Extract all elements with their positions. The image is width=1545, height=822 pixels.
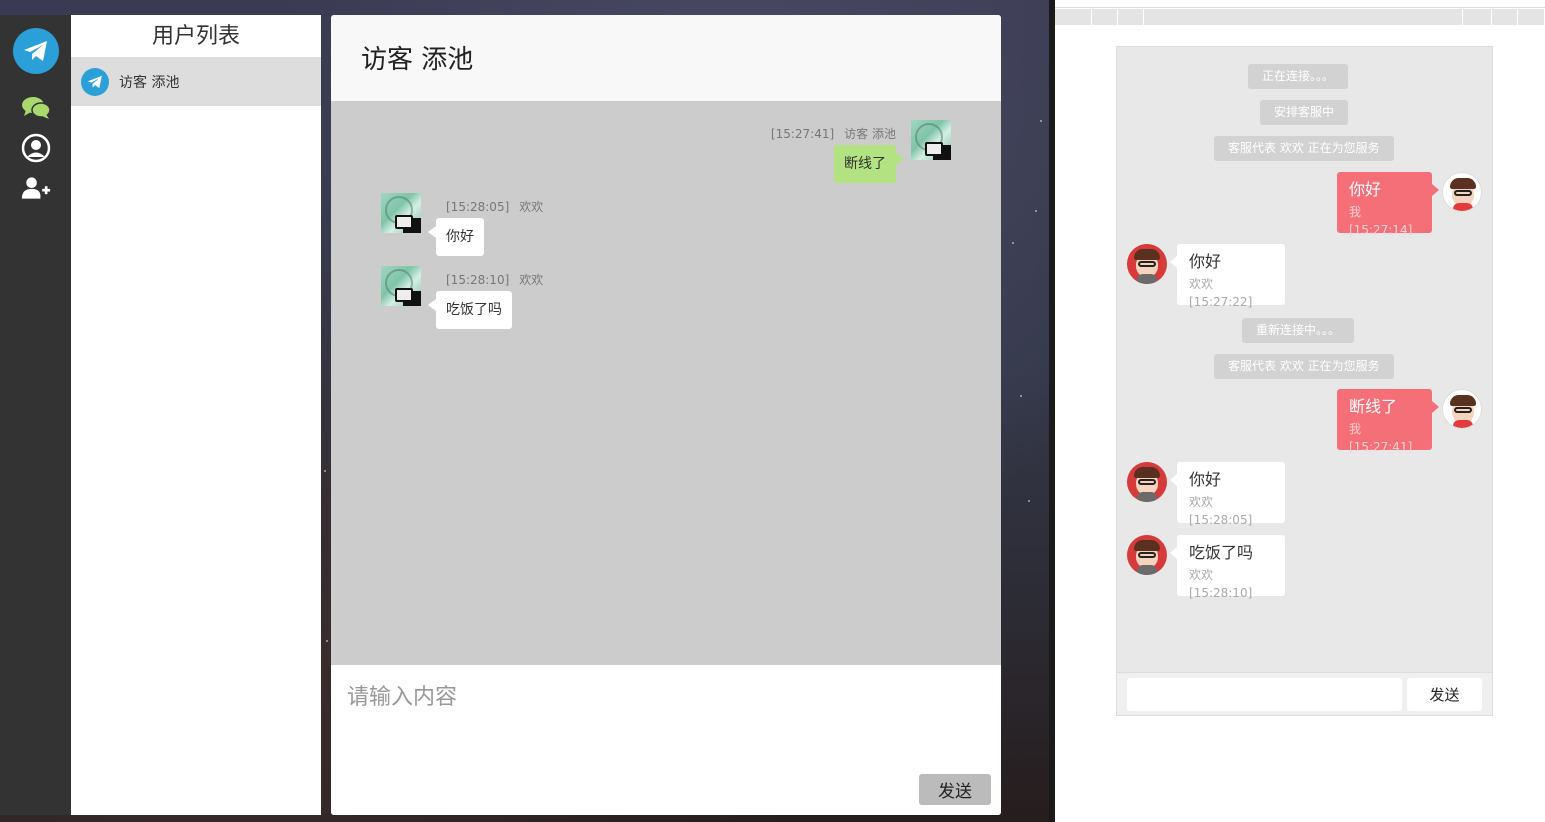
tab[interactable] (1518, 9, 1545, 25)
message-meta: [15:28:05] 欢欢 (446, 198, 543, 215)
client-input-row: 发送 (1117, 672, 1492, 715)
message-time: [15:28:10] (446, 273, 510, 287)
system-notice: 客服代表 欢欢 正在为您服务 (1214, 354, 1394, 379)
chat-icon[interactable] (21, 93, 51, 123)
message-bubble: 断线了 (834, 145, 904, 183)
message-time: [15:28:05] (446, 200, 510, 214)
agent-avatar (1127, 462, 1167, 502)
client-message-stamp: 我[15:27:14] (1349, 205, 1413, 237)
client-message-stamp: 欢欢[15:28:05] (1189, 495, 1253, 527)
system-notice: 客服代表 欢欢 正在为您服务 (1214, 136, 1394, 161)
compose-area: 发送 (331, 665, 1001, 815)
message-bubble: 你好 (428, 218, 484, 256)
avatar (381, 266, 421, 306)
client-send-button[interactable]: 发送 (1407, 678, 1482, 711)
client-message-text: 断线了 (1349, 397, 1398, 416)
client-message-bubble: 断线了 我[15:27:41] (1337, 389, 1439, 454)
message-meta: [15:27:41] 访客 添池 (771, 125, 896, 142)
user-avatar (1442, 389, 1482, 429)
client-message-text: 吃饭了吗 (1189, 543, 1254, 562)
client-message-stamp: 欢欢[15:28:10] (1189, 568, 1253, 600)
user-avatar (1442, 172, 1482, 212)
system-notice: 重新连接中。。。 (1242, 318, 1355, 343)
client-message-text: 你好 (1189, 252, 1222, 271)
tab[interactable] (1463, 9, 1492, 25)
client-message-stamp: 欢欢[15:27:22] (1189, 277, 1253, 309)
system-notice: 安排客服中 (1260, 100, 1349, 125)
telegram-logo-icon[interactable] (13, 28, 59, 74)
client-message-bubble: 你好 欢欢[15:27:22] (1170, 244, 1285, 309)
tab[interactable] (1144, 9, 1463, 25)
add-user-icon[interactable] (21, 173, 51, 203)
message-bubble: 吃饭了吗 (428, 291, 512, 329)
client-message-input[interactable] (1127, 678, 1402, 711)
tab[interactable] (1492, 9, 1518, 25)
agent-avatar (1127, 535, 1167, 575)
client-message-bubble: 吃饭了吗 欢欢[15:28:10] (1170, 535, 1285, 600)
tab[interactable] (1118, 9, 1144, 25)
user-list-item-name: 访客 添池 (119, 74, 180, 91)
browser-tab-strip (1055, 9, 1545, 25)
client-message-bubble: 你好 我[15:27:14] (1337, 172, 1439, 237)
client-message-text: 你好 (1189, 470, 1222, 489)
user-list-item[interactable]: 访客 添池 (71, 57, 321, 106)
message-sender: 欢欢 (519, 273, 544, 287)
client-message-text: 你好 (1349, 180, 1382, 199)
user-list-title: 用户列表 (151, 24, 240, 49)
tab[interactable] (1055, 9, 1092, 25)
client-message-stamp: 我[15:27:41] (1349, 422, 1413, 454)
client-message-bubble: 你好 欢欢[15:28:05] (1170, 462, 1285, 527)
message-list: [15:27:41] 访客 添池 断线了 [15:28:05] 欢欢 你好 [15:… (331, 101, 1001, 665)
user-list-panel: 用户列表 访客 添池 (71, 15, 321, 815)
icon-sidebar (0, 15, 71, 815)
system-notice: 正在连接。。。 (1248, 64, 1349, 89)
message-sender: 访客 添池 (844, 127, 896, 141)
agent-avatar (1127, 244, 1167, 284)
browser-top-bar (1055, 0, 1545, 8)
message-input[interactable] (347, 679, 987, 769)
client-chat-panel: 正在连接。。。 安排客服中 客服代表 欢欢 正在为您服务 你好 我[15:27:… (1116, 46, 1493, 716)
user-circle-icon[interactable] (21, 133, 51, 163)
avatar (911, 120, 951, 160)
telegram-icon (81, 67, 109, 96)
chat-window: 访客 添池 [15:27:41] 访客 添池 断线了 [15:28:05] 欢欢 你… (331, 15, 1001, 815)
message-sender: 欢欢 (519, 200, 544, 214)
message-time: [15:27:41] (770, 127, 835, 141)
avatar (381, 193, 421, 233)
send-button[interactable]: 发送 (919, 774, 991, 805)
client-window: 正在连接。。。 安排客服中 客服代表 欢欢 正在为您服务 你好 我[15:27:… (1055, 0, 1545, 822)
chat-title: 访客 添池 (331, 15, 1001, 101)
tab[interactable] (1092, 9, 1118, 25)
message-meta: [15:28:10] 欢欢 (446, 271, 543, 288)
